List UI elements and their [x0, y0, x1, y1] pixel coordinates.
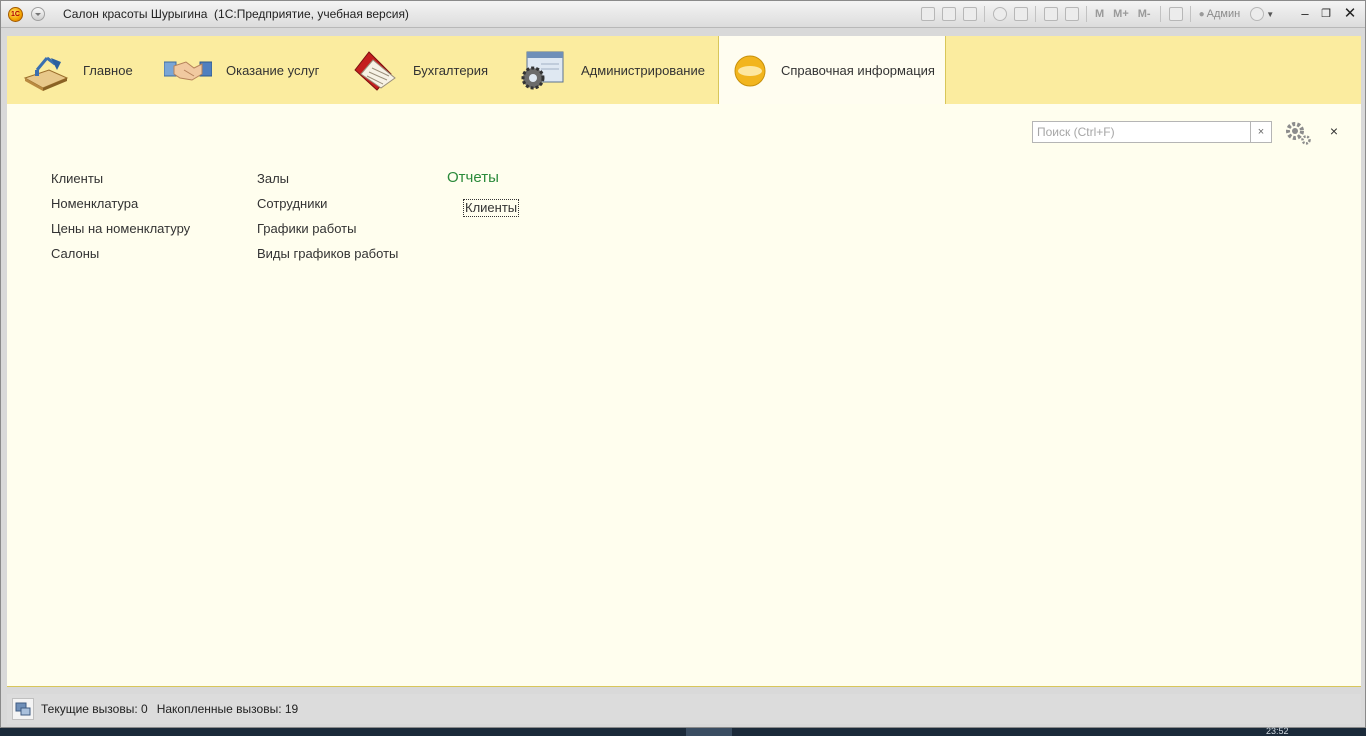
title-toolbar: M M+ M- ● Админ ▼ — [921, 5, 1274, 23]
section-label: Оказание услуг — [226, 62, 320, 78]
section-main[interactable]: Главное — [21, 36, 133, 104]
save-icon[interactable] — [921, 7, 935, 21]
section-label: Бухгалтерия — [413, 62, 489, 78]
panels-layout-icon[interactable] — [1168, 7, 1183, 21]
desk-lamp-icon — [21, 48, 69, 92]
section-label: Администрирование — [581, 62, 705, 78]
section-accounting[interactable]: Бухгалтерия — [351, 36, 488, 104]
handshake-icon — [163, 48, 213, 92]
section-content: × × Клиенты Номенклатура Цены на номенкл… — [7, 104, 1361, 687]
link-employees[interactable]: Сотрудники — [257, 196, 398, 221]
link-nomenclature-prices[interactable]: Цены на номенклатуру — [51, 221, 190, 246]
taskbar-clock: 23:52 — [1266, 726, 1289, 736]
title-bar: 1С Салон красоты Шурыгина (1С:Предприяти… — [1, 1, 1365, 28]
server-calls-icon[interactable] — [12, 698, 34, 720]
print-icon[interactable] — [942, 7, 956, 21]
link-salons[interactable]: Салоны — [51, 246, 190, 271]
favorites-star-icon[interactable] — [993, 7, 1007, 21]
link-clients[interactable]: Клиенты — [51, 171, 190, 196]
link-schedule-types[interactable]: Виды графиков работы — [257, 246, 398, 271]
window-title: Салон красоты Шурыгина (1С:Предприятие, … — [63, 7, 409, 21]
calendar-icon[interactable] — [1065, 7, 1079, 21]
link-work-schedules[interactable]: Графики работы — [257, 221, 398, 246]
search-clear-button[interactable]: × — [1250, 121, 1272, 143]
toolbar-divider — [984, 6, 985, 22]
bookmark-icon[interactable] — [1014, 7, 1028, 21]
section-administration[interactable]: Администрирование — [519, 36, 705, 104]
section-label: Справочная информация — [781, 63, 935, 78]
taskbar-item[interactable] — [686, 728, 732, 736]
restore-button[interactable]: ❐ — [1317, 5, 1335, 23]
info-dropdown-icon[interactable]: ▼ — [1266, 10, 1274, 19]
memory-minus-button[interactable]: M- — [1138, 8, 1151, 20]
reports-heading: Отчеты — [447, 169, 499, 186]
os-taskbar: 23:52 — [0, 726, 1366, 736]
preview-icon[interactable] — [963, 7, 977, 21]
info-icon[interactable] — [1250, 7, 1265, 21]
accumulated-calls-text: Накопленные вызовы: 19 — [156, 702, 299, 716]
toolbar-divider — [1035, 6, 1036, 22]
section-services[interactable]: Оказание услуг — [163, 36, 320, 104]
link-halls[interactable]: Залы — [257, 171, 398, 196]
link-nomenclature[interactable]: Номенклатура — [51, 196, 190, 221]
memory-m-button[interactable]: M — [1095, 8, 1104, 20]
section-reference-info[interactable]: Справочная информация — [718, 36, 946, 105]
toolbar-divider — [1159, 6, 1161, 22]
current-calls-text: Текущие вызовы: 0 — [41, 702, 148, 716]
app-logo-icon[interactable]: 1С — [8, 7, 23, 22]
toolbar-divider — [1189, 6, 1191, 22]
close-content-button[interactable]: × — [1327, 122, 1341, 140]
catalog-column-2: Залы Сотрудники Графики работы Виды граф… — [257, 171, 398, 271]
ledger-book-icon — [351, 48, 399, 92]
search-input[interactable] — [1032, 121, 1251, 143]
settings-gear-icon[interactable] — [1284, 120, 1312, 146]
close-window-button[interactable]: ✕ — [1341, 5, 1359, 23]
section-label: Главное — [83, 62, 133, 78]
main-menu-button[interactable] — [31, 7, 45, 21]
calculator-icon[interactable] — [1044, 7, 1058, 21]
toolbar-divider — [1086, 6, 1087, 22]
memory-plus-button[interactable]: M+ — [1113, 8, 1129, 20]
catalog-column-1: Клиенты Номенклатура Цены на номенклатур… — [51, 171, 190, 271]
user-name[interactable]: Админ — [1207, 8, 1241, 20]
reference-circle-icon — [733, 49, 767, 93]
status-bar: Текущие вызовы: 0 Накопленные вызовы: 19 — [7, 694, 1361, 724]
admin-gear-icon — [519, 48, 567, 92]
sections-panel: Главное Оказание услуг Бухгалтерия Админ… — [7, 36, 1361, 105]
minimize-button[interactable]: – — [1296, 5, 1314, 23]
report-link-clients[interactable]: Клиенты — [463, 199, 520, 217]
user-icon: ● — [1198, 8, 1205, 20]
app-window: 1С Салон красоты Шурыгина (1С:Предприяти… — [0, 0, 1366, 728]
